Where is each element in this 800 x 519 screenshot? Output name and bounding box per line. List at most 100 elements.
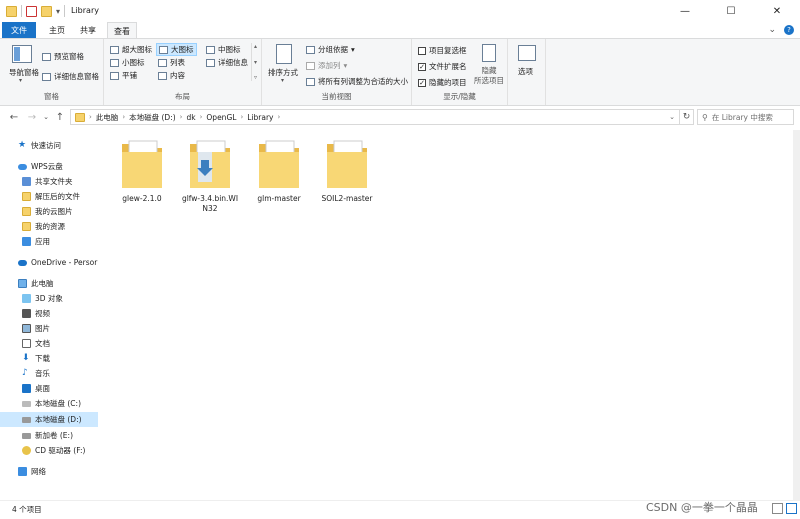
chevron-up-icon[interactable]: ▴ xyxy=(254,43,257,50)
sort-by-dropdown-icon[interactable]: ▾ xyxy=(281,77,284,84)
tab-home[interactable]: 主页 xyxy=(40,22,74,38)
nav-apps[interactable]: 应用 xyxy=(0,234,98,249)
refresh-button[interactable]: ↻ xyxy=(680,109,694,125)
breadcrumb-drive-d[interactable]: 本地磁盘 (D:) xyxy=(129,112,176,123)
dropdown-icon: ▾ xyxy=(343,61,348,70)
layout-content[interactable]: 内容 xyxy=(158,70,185,81)
file-item[interactable]: glew-2.1.0 xyxy=(108,138,176,204)
tab-share[interactable]: 共享 xyxy=(74,22,102,38)
collapse-ribbon-icon[interactable]: ⌄ xyxy=(768,25,776,35)
computer-icon xyxy=(18,279,27,288)
checkbox-checked[interactable]: ✓ xyxy=(418,62,426,71)
nav-pane-dropdown-icon[interactable]: ▾ xyxy=(19,77,22,84)
layout-medium-icons[interactable]: 中图标 xyxy=(206,44,241,55)
ribbon-tabs: 文件 主页 共享 查看 ⌄ ? xyxy=(0,22,800,39)
nav-downloads[interactable]: ⬇ 下载 xyxy=(0,351,98,366)
maximize-button[interactable]: ☐ xyxy=(708,0,754,22)
nav-documents[interactable]: 文档 xyxy=(0,336,98,351)
nav-label: 本地磁盘 (C:) xyxy=(35,399,81,408)
nav-cd-drive-f[interactable]: CD 驱动器 (F:) xyxy=(0,443,98,458)
nav-3d-objects[interactable]: 3D 对象 xyxy=(0,291,98,306)
folder-icon xyxy=(190,140,230,188)
layout-details[interactable]: 详细信息 xyxy=(206,57,248,68)
forward-button[interactable]: → xyxy=(26,110,38,124)
tab-file[interactable]: 文件 xyxy=(2,22,36,38)
file-extensions-toggle[interactable]: ✓ 文件扩展名 xyxy=(418,61,467,72)
large-icons-view-button[interactable] xyxy=(786,503,797,514)
hide-selected-icon[interactable] xyxy=(482,44,496,62)
nav-drive-e[interactable]: 新加卷 (E:) xyxy=(0,428,98,443)
nav-drive-c[interactable]: 本地磁盘 (C:) xyxy=(0,396,98,411)
layout-scroll[interactable]: ▴ ▾ ▿ xyxy=(251,43,259,81)
chevron-right-icon[interactable]: › xyxy=(180,113,183,121)
nav-onedrive[interactable]: OneDrive - Persor xyxy=(0,255,98,270)
close-button[interactable]: ✕ xyxy=(754,0,800,22)
layout-list[interactable]: 列表 xyxy=(158,57,185,68)
address-dropdown-icon[interactable]: ⌄ xyxy=(669,113,675,121)
item-checkboxes-toggle[interactable]: 项目复选框 xyxy=(418,45,467,56)
vertical-scrollbar[interactable] xyxy=(793,130,800,500)
chevron-right-icon[interactable]: › xyxy=(277,113,280,121)
breadcrumb-library[interactable]: Library xyxy=(247,113,273,122)
preview-pane-button[interactable]: 预览窗格 xyxy=(42,51,84,62)
customize-toolbar-icon[interactable]: ▾ xyxy=(56,7,60,16)
details-pane-button[interactable]: 详细信息窗格 xyxy=(42,71,99,82)
sort-by-icon[interactable] xyxy=(276,44,292,64)
title-bar: ▾ Library — ☐ ✕ xyxy=(0,0,800,22)
chevron-right-icon[interactable]: › xyxy=(89,113,92,121)
nav-pane-icon[interactable] xyxy=(12,45,32,63)
layout-small-icons[interactable]: 小图标 xyxy=(110,57,145,68)
size-all-columns-button[interactable]: 将所有列调整为合适的大小 xyxy=(306,76,408,87)
nav-wps-cloud[interactable]: WPS云盘 xyxy=(0,159,98,174)
nav-this-pc[interactable]: 此电脑 xyxy=(0,276,98,291)
chevron-down-icon[interactable]: ▾ xyxy=(254,59,257,66)
chevron-right-icon[interactable]: › xyxy=(200,113,203,121)
chevron-right-icon[interactable]: › xyxy=(240,113,243,121)
options-icon[interactable] xyxy=(518,45,536,61)
nav-label: 应用 xyxy=(35,237,50,246)
add-columns-button[interactable]: 添加列 ▾ xyxy=(306,60,347,71)
layout-extra-large-icons[interactable]: 超大图标 xyxy=(110,44,152,55)
tab-view[interactable]: 查看 xyxy=(107,22,137,39)
nav-network[interactable]: 网络 xyxy=(0,464,98,479)
new-folder-icon[interactable] xyxy=(41,5,52,17)
nav-shared-folder[interactable]: 共享文件夹 xyxy=(0,174,98,189)
address-bar[interactable]: › 此电脑 › 本地磁盘 (D:) › dk › OpenGL › Librar… xyxy=(70,109,680,125)
nav-quick-access[interactable]: ★ 快速访问 xyxy=(0,138,98,153)
file-item[interactable]: SOIL2-master xyxy=(313,138,381,204)
breadcrumb-this-pc[interactable]: 此电脑 xyxy=(96,112,119,123)
checkbox-checked[interactable]: ✓ xyxy=(418,78,426,87)
hidden-items-toggle[interactable]: ✓ 隐藏的项目 xyxy=(418,77,467,88)
nav-videos[interactable]: 视频 xyxy=(0,306,98,321)
options-button[interactable]: 选项 xyxy=(518,66,533,77)
nav-desktop[interactable]: 桌面 xyxy=(0,381,98,396)
options-group: 选项 xyxy=(508,39,546,105)
chevron-right-icon[interactable]: › xyxy=(122,113,125,121)
more-icon[interactable]: ▿ xyxy=(254,74,257,81)
details-view-button[interactable] xyxy=(772,503,783,514)
nav-drive-d[interactable]: 本地磁盘 (D:) xyxy=(0,412,98,427)
back-button[interactable]: ← xyxy=(8,110,20,124)
help-icon[interactable]: ? xyxy=(784,25,794,35)
nav-my-resources[interactable]: 我的资源 xyxy=(0,219,98,234)
search-input[interactable]: ⚲ 在 Library 中搜索 xyxy=(697,109,794,125)
properties-icon[interactable] xyxy=(26,5,37,17)
nav-pictures[interactable]: 图片 xyxy=(0,321,98,336)
file-item[interactable]: glfw-3.4.bin.WIN32 xyxy=(176,138,244,214)
file-item[interactable]: glm-master xyxy=(245,138,313,204)
nav-pane-button[interactable]: 导航窗格 xyxy=(4,67,44,78)
recent-locations-icon[interactable]: ⌄ xyxy=(40,110,52,124)
nav-extracted-files[interactable]: 解压后的文件 xyxy=(0,189,98,204)
layout-label: 详细信息 xyxy=(218,58,248,67)
breadcrumb-opengl[interactable]: OpenGL xyxy=(206,113,236,122)
hide-selected-button[interactable]: 隐藏 所选项目 xyxy=(470,66,508,86)
group-by-button[interactable]: 分组依据 ▾ xyxy=(306,44,355,55)
layout-tiles[interactable]: 平铺 xyxy=(110,70,137,81)
layout-large-icons[interactable]: 大图标 xyxy=(156,43,197,56)
minimize-button[interactable]: — xyxy=(662,0,708,22)
breadcrumb-dk[interactable]: dk xyxy=(186,113,195,122)
nav-music[interactable]: ♪ 音乐 xyxy=(0,366,98,381)
up-button[interactable]: ↑ xyxy=(54,110,66,124)
checkbox-unchecked[interactable] xyxy=(418,46,426,55)
nav-cloud-pictures[interactable]: 我的云图片 xyxy=(0,204,98,219)
